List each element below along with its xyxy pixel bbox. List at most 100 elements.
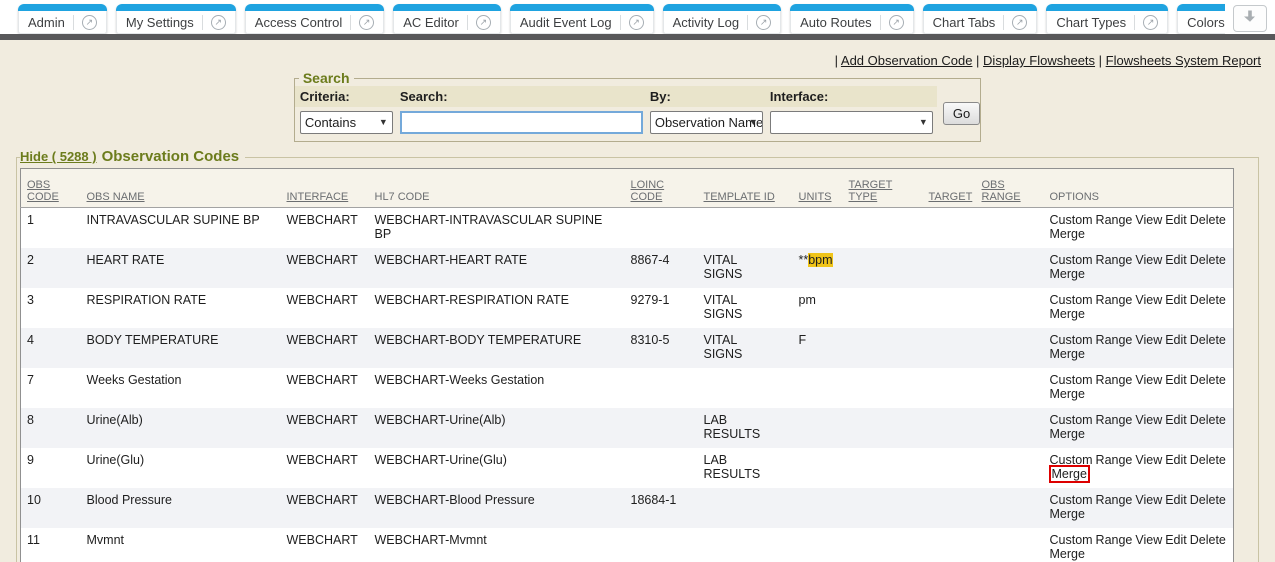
option-delete-link[interactable]: Delete xyxy=(1190,413,1226,427)
by-label: By: xyxy=(645,86,765,107)
nav-tab[interactable]: Chart Types ↗ xyxy=(1046,4,1168,34)
tab-label: Auto Routes xyxy=(800,15,872,30)
column-header[interactable]: INTERFACE xyxy=(287,191,349,203)
option-view-link[interactable]: View xyxy=(1135,213,1162,227)
option-delete-link[interactable]: Delete xyxy=(1190,213,1226,227)
option-custom-range-link[interactable]: Custom Range xyxy=(1050,253,1133,267)
option-merge-link[interactable]: Merge xyxy=(1050,227,1085,241)
option-edit-link[interactable]: Edit xyxy=(1165,333,1187,347)
popout-icon[interactable]: ↗ xyxy=(620,15,644,30)
popout-icon[interactable]: ↗ xyxy=(467,15,491,30)
option-delete-link[interactable]: Delete xyxy=(1190,333,1226,347)
option-custom-range-link[interactable]: Custom Range xyxy=(1050,493,1133,507)
option-custom-range-link[interactable]: Custom Range xyxy=(1050,293,1133,307)
interface-select[interactable]: ▼ xyxy=(770,111,933,134)
option-edit-link[interactable]: Edit xyxy=(1165,293,1187,307)
option-delete-link[interactable]: Delete xyxy=(1190,373,1226,387)
option-delete-link[interactable]: Delete xyxy=(1190,453,1226,467)
option-view-link[interactable]: View xyxy=(1135,413,1162,427)
search-panel: Search Criteria: Search: By: Interface: … xyxy=(294,70,981,142)
option-edit-link[interactable]: Edit xyxy=(1165,213,1187,227)
cell-hl7-code: WEBCHART-RESPIRATION RATE xyxy=(369,288,625,328)
option-delete-link[interactable]: Delete xyxy=(1190,253,1226,267)
option-edit-link[interactable]: Edit xyxy=(1165,253,1187,267)
search-input[interactable] xyxy=(400,111,643,134)
cell-obs-name: Blood Pressure xyxy=(81,488,281,528)
option-view-link[interactable]: View xyxy=(1135,493,1162,507)
option-view-link[interactable]: View xyxy=(1135,253,1162,267)
column-header[interactable]: TARGET TYPE xyxy=(849,179,893,203)
nav-tab[interactable]: Access Control ↗ xyxy=(245,4,384,34)
nav-tab[interactable]: Activity Log ↗ xyxy=(663,4,781,34)
action-link[interactable]: Display Flowsheets xyxy=(983,53,1095,68)
option-edit-link[interactable]: Edit xyxy=(1165,413,1187,427)
option-delete-link[interactable]: Delete xyxy=(1190,533,1226,547)
cell-hl7-code: WEBCHART-BODY TEMPERATURE xyxy=(369,328,625,368)
option-merge-link[interactable]: Merge xyxy=(1050,507,1085,521)
option-view-link[interactable]: View xyxy=(1135,533,1162,547)
option-delete-link[interactable]: Delete xyxy=(1190,493,1226,507)
option-custom-range-link[interactable]: Custom Range xyxy=(1050,373,1133,387)
popout-icon[interactable]: ↗ xyxy=(73,15,97,30)
popout-icon[interactable]: ↗ xyxy=(880,15,904,30)
cell-units: pm xyxy=(793,288,843,328)
column-header[interactable]: OBS CODE xyxy=(27,179,59,203)
cell-template-id: VITAL SIGNS xyxy=(698,288,793,328)
nav-tab[interactable]: My Settings ↗ xyxy=(116,4,236,34)
option-delete-link[interactable]: Delete xyxy=(1190,293,1226,307)
cell-options: Custom Range View Edit Delete Merge xyxy=(1044,248,1234,288)
option-merge-link[interactable]: Merge xyxy=(1050,547,1085,561)
option-edit-link[interactable]: Edit xyxy=(1165,453,1187,467)
popout-icon[interactable]: ↗ xyxy=(1134,15,1158,30)
cell-target-type xyxy=(843,368,923,408)
nav-tab[interactable]: Auto Routes ↗ xyxy=(790,4,914,34)
option-merge-link[interactable]: Merge xyxy=(1050,267,1085,281)
option-view-link[interactable]: View xyxy=(1135,333,1162,347)
action-link[interactable]: Add Observation Code xyxy=(841,53,973,68)
cell-options: Custom Range View Edit Delete Merge xyxy=(1044,208,1234,248)
option-merge-link[interactable]: Merge xyxy=(1049,465,1090,483)
go-button[interactable]: Go xyxy=(943,102,980,125)
column-header[interactable]: LOINC CODE xyxy=(631,179,665,203)
column-header[interactable]: TEMPLATE ID xyxy=(704,191,775,203)
link-separator: | xyxy=(1095,53,1106,68)
option-merge-link[interactable]: Merge xyxy=(1050,347,1085,361)
option-edit-link[interactable]: Edit xyxy=(1165,533,1187,547)
column-header[interactable]: UNITS xyxy=(799,191,832,203)
option-custom-range-link[interactable]: Custom Range xyxy=(1050,533,1133,547)
nav-tab[interactable]: Audit Event Log ↗ xyxy=(510,4,654,34)
tab-strip: Admin ↗ My Settings ↗ Access Control ↗ A… xyxy=(0,0,1225,34)
criteria-select[interactable]: Contains ▼ xyxy=(300,111,393,134)
popout-icon[interactable]: ↗ xyxy=(202,15,226,30)
nav-tab[interactable]: Chart Tabs ↗ xyxy=(923,4,1038,34)
option-view-link[interactable]: View xyxy=(1135,453,1162,467)
option-merge-link[interactable]: Merge xyxy=(1050,427,1085,441)
popout-icon[interactable]: ↗ xyxy=(1003,15,1027,30)
by-select[interactable]: Observation Name ▼ xyxy=(650,111,763,134)
option-edit-link[interactable]: Edit xyxy=(1165,493,1187,507)
option-custom-range-link[interactable]: Custom Range xyxy=(1050,333,1133,347)
column-header[interactable]: OBS RANGE xyxy=(982,179,1021,203)
popout-icon[interactable]: ↗ xyxy=(747,15,771,30)
nav-tab[interactable]: Colors ↗ xyxy=(1177,4,1225,34)
action-link[interactable]: Flowsheets System Report xyxy=(1106,53,1261,68)
option-edit-link[interactable]: Edit xyxy=(1165,373,1187,387)
cell-options: Custom Range View Edit DeleteMerge xyxy=(1044,448,1234,488)
column-header[interactable]: OBS NAME xyxy=(87,191,145,203)
option-merge-link[interactable]: Merge xyxy=(1050,307,1085,321)
select-arrow-icon: ▼ xyxy=(919,117,928,127)
popout-icon[interactable]: ↗ xyxy=(350,15,374,30)
cell-obs-code: 3 xyxy=(21,288,81,328)
hide-count-link[interactable]: Hide ( 5288 ) xyxy=(20,149,97,164)
cell-obs-name: RESPIRATION RATE xyxy=(81,288,281,328)
cell-target-type xyxy=(843,248,923,288)
column-header[interactable]: TARGET xyxy=(929,191,973,203)
option-view-link[interactable]: View xyxy=(1135,373,1162,387)
option-custom-range-link[interactable]: Custom Range xyxy=(1050,213,1133,227)
option-custom-range-link[interactable]: Custom Range xyxy=(1050,413,1133,427)
tab-overflow-button[interactable] xyxy=(1233,5,1267,32)
nav-tab[interactable]: Admin ↗ xyxy=(18,4,107,34)
option-merge-link[interactable]: Merge xyxy=(1050,387,1085,401)
option-view-link[interactable]: View xyxy=(1135,293,1162,307)
nav-tab[interactable]: AC Editor ↗ xyxy=(393,4,501,34)
